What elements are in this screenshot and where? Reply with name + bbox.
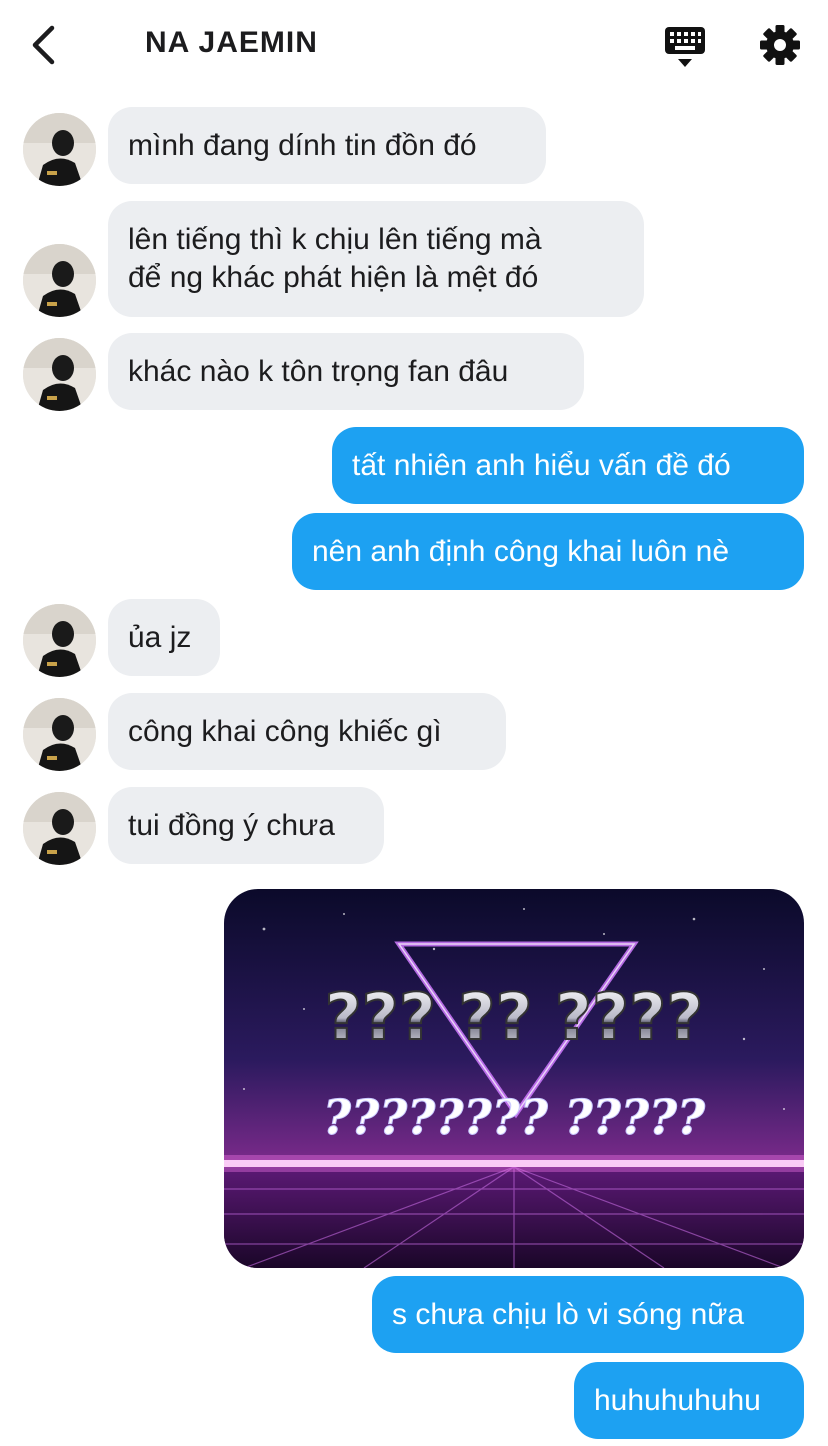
back-button[interactable] [26,20,66,70]
message-text: mình đang dính tin đồn đó [128,128,477,162]
meme-image: ??? ?? ???? ???????? ????? [224,889,804,1268]
message-bubble-outgoing: s chưa chịu lò vi sóng nữa [372,1276,804,1353]
keyboard-button[interactable] [662,24,708,70]
chevron-left-icon [32,25,55,65]
message-text: tất nhiên anh hiểu vấn đề đó [352,448,731,482]
message-bubble-incoming: tui đồng ý chưa [108,787,384,864]
gear-icon [760,25,800,65]
message-bubble-incoming: lên tiếng thì k chịu lên tiếng mà để ng … [108,201,644,317]
avatar-image [23,698,96,771]
meme-top-text: ??? ?? ???? [325,981,704,1055]
meme-bottom-text: ???????? ????? [323,1090,706,1146]
settings-button[interactable] [758,23,802,67]
message-text: nên anh định công khai luôn nè [312,534,730,568]
avatar[interactable] [23,338,96,411]
avatar-image [23,338,96,411]
message-bubble-incoming: mình đang dính tin đồn đó [108,107,546,184]
message-bubble-outgoing: nên anh định công khai luôn nè [292,513,804,590]
avatar-image [23,604,96,677]
avatar-image [23,113,96,186]
avatar-image [23,792,96,865]
contact-name: NA JAEMIN [145,26,318,59]
avatar[interactable] [23,698,96,771]
chat-header: NA JAEMIN [0,0,828,92]
message-text: khác nào k tôn trọng fan đâu [128,354,509,388]
message-text: huhuhuhuhu [594,1383,761,1417]
avatar-image [23,244,96,317]
image-message[interactable]: ??? ?? ???? ???????? ????? [224,889,804,1268]
avatar[interactable] [23,792,96,865]
message-bubble-outgoing: tất nhiên anh hiểu vấn đề đó [332,427,804,504]
message-bubble-incoming: ủa jz [108,599,220,676]
message-bubble-incoming: công khai công khiếc gì [108,693,506,770]
message-text: ủa jz [128,620,192,654]
message-bubble-outgoing: huhuhuhuhu [574,1362,804,1439]
message-text-line: để ng khác phát hiện là mệt đó [128,261,539,294]
message-bubble-incoming: khác nào k tôn trọng fan đâu [108,333,584,410]
message-text: công khai công khiếc gì [128,714,442,748]
message-text: tui đồng ý chưa [128,808,335,842]
avatar[interactable] [23,244,96,317]
message-text: s chưa chịu lò vi sóng nữa [392,1297,745,1331]
keyboard-icon [665,27,705,67]
avatar[interactable] [23,604,96,677]
message-text-line: lên tiếng thì k chịu lên tiếng mà [128,223,542,256]
avatar[interactable] [23,113,96,186]
